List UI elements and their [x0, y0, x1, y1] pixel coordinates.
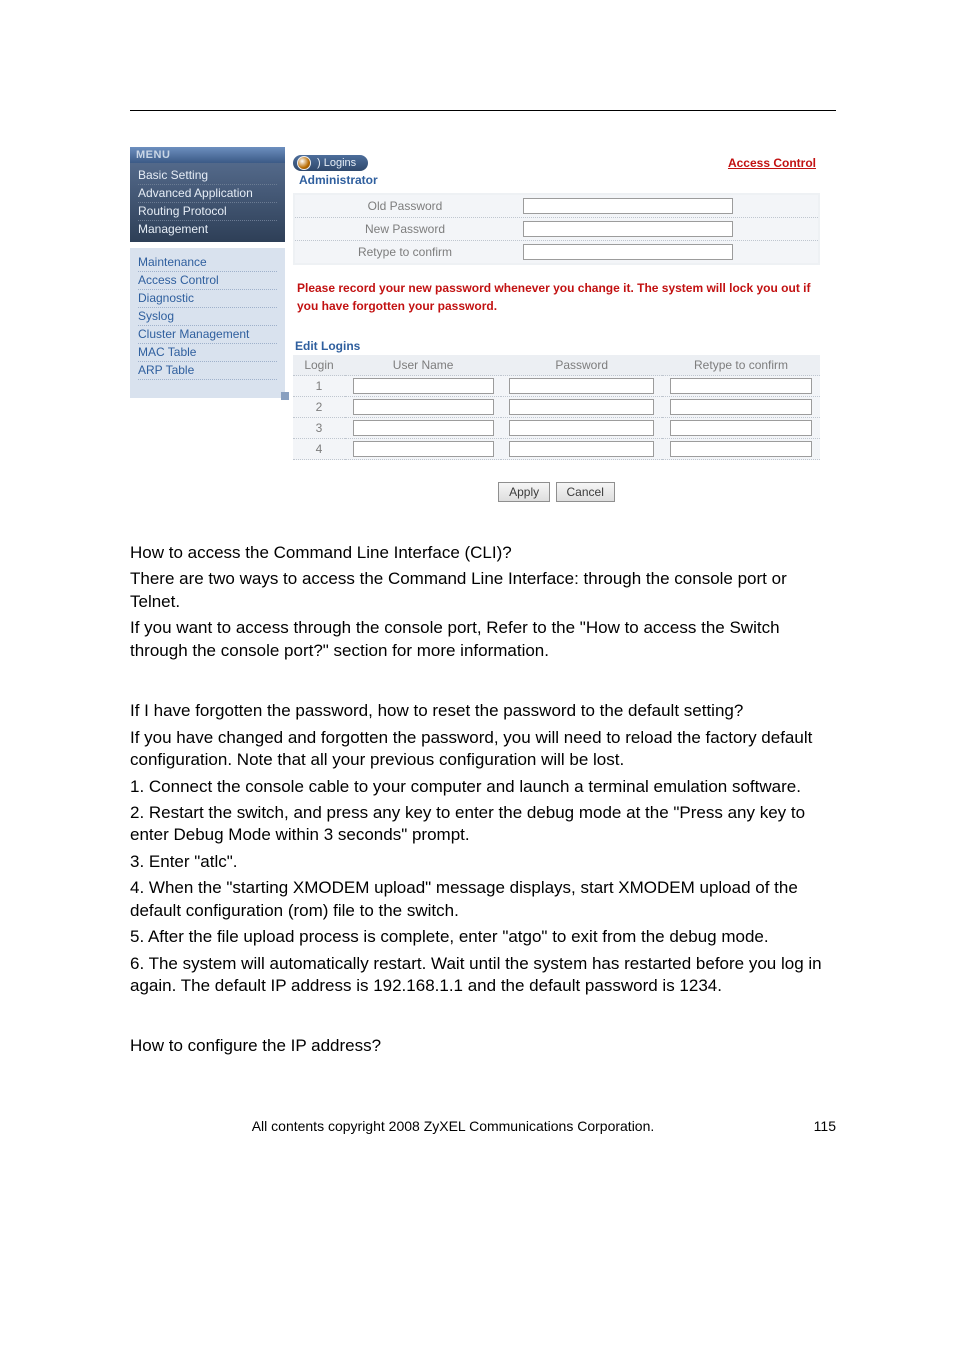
sidebar-item-routing-protocol[interactable]: Routing Protocol [138, 203, 277, 221]
sidebar-item-maintenance[interactable]: Maintenance [138, 254, 277, 272]
login-number: 4 [293, 439, 345, 460]
button-row: Apply Cancel [293, 482, 820, 502]
retype-input-3[interactable] [670, 420, 812, 436]
username-input-3[interactable] [353, 420, 494, 436]
faq-a1b: If you want to access through the consol… [130, 617, 836, 662]
top-rule [130, 110, 836, 111]
page-number: 115 [776, 1118, 836, 1134]
sidebar-item-cluster-management[interactable]: Cluster Management [138, 326, 277, 344]
admin-screenshot: MENU Basic Setting Advanced Application … [130, 147, 820, 502]
faq-a2a: If you have changed and forgotten the pa… [130, 727, 836, 772]
col-retype: Retype to confirm [662, 355, 820, 376]
cancel-button[interactable]: Cancel [556, 482, 615, 502]
row-old-password: Old Password [295, 195, 818, 218]
password-warning: Please record your new password whenever… [297, 279, 816, 315]
col-login: Login [293, 355, 345, 376]
retype-input-4[interactable] [670, 441, 812, 457]
faq-q1: How to access the Command Line Interface… [130, 542, 836, 564]
retype-input-1[interactable] [670, 378, 812, 394]
sidebar-item-management[interactable]: Management [138, 221, 277, 238]
col-password: Password [501, 355, 662, 376]
password-input-4[interactable] [509, 441, 654, 457]
retype-password-input[interactable] [523, 244, 733, 260]
username-input-2[interactable] [353, 399, 494, 415]
sidebar-item-basic-setting[interactable]: Basic Setting [138, 167, 277, 185]
sidebar: MENU Basic Setting Advanced Application … [130, 147, 285, 502]
edit-logins-heading: Edit Logins [295, 339, 820, 353]
page-title-text: ) Logins [317, 157, 356, 169]
content-area: ) Logins Access Control Administrator Ol… [285, 147, 820, 502]
apply-button[interactable]: Apply [498, 482, 550, 502]
username-input-1[interactable] [353, 378, 494, 394]
password-input-3[interactable] [509, 420, 654, 436]
table-row: 3 [293, 418, 820, 439]
sidebar-header: MENU [130, 147, 285, 163]
username-input-4[interactable] [353, 441, 494, 457]
table-row: 4 [293, 439, 820, 460]
faq-q3: How to configure the IP address? [130, 1035, 836, 1057]
sidebar-item-diagnostic[interactable]: Diagnostic [138, 290, 277, 308]
faq-a2e: 4. When the "starting XMODEM upload" mes… [130, 877, 836, 922]
login-number: 1 [293, 376, 345, 397]
col-username: User Name [345, 355, 501, 376]
faq-a1a: There are two ways to access the Command… [130, 568, 836, 613]
sidebar-item-advanced-application[interactable]: Advanced Application [138, 185, 277, 203]
admin-password-panel: Old Password New Password Retype to conf… [293, 193, 820, 265]
old-password-label: Old Password [295, 195, 515, 217]
sidebar-main: Basic Setting Advanced Application Routi… [130, 163, 285, 242]
new-password-label: New Password [295, 218, 515, 240]
access-control-link[interactable]: Access Control [728, 156, 820, 170]
page-footer: All contents copyright 2008 ZyXEL Commun… [130, 1118, 836, 1134]
table-row: 2 [293, 397, 820, 418]
bulb-icon [297, 156, 311, 170]
old-password-input[interactable] [523, 198, 733, 214]
faq-a2g: 6. The system will automatically restart… [130, 953, 836, 998]
login-number: 3 [293, 418, 345, 439]
title-bar: ) Logins Access Control [293, 155, 820, 171]
faq-a2c: 2. Restart the switch, and press any key… [130, 802, 836, 847]
password-input-2[interactable] [509, 399, 654, 415]
faq-body: How to access the Command Line Interface… [130, 542, 836, 1058]
sidebar-item-arp-table[interactable]: ARP Table [138, 362, 277, 380]
login-number: 2 [293, 397, 345, 418]
administrator-label: Administrator [299, 173, 820, 187]
password-input-1[interactable] [509, 378, 654, 394]
retype-input-2[interactable] [670, 399, 812, 415]
faq-a2b: 1. Connect the console cable to your com… [130, 776, 836, 798]
page-title-pill: ) Logins [293, 155, 368, 171]
retype-password-label: Retype to confirm [295, 241, 515, 263]
edit-logins-table: Login User Name Password Retype to confi… [293, 355, 820, 460]
splitter-handle[interactable] [281, 392, 289, 400]
copyright: All contents copyright 2008 ZyXEL Commun… [130, 1118, 776, 1134]
sidebar-item-mac-table[interactable]: MAC Table [138, 344, 277, 362]
sidebar-item-syslog[interactable]: Syslog [138, 308, 277, 326]
faq-a2d: 3. Enter "atlc". [130, 851, 836, 873]
faq-q2: If I have forgotten the password, how to… [130, 700, 836, 722]
row-retype-password: Retype to confirm [295, 241, 818, 263]
sidebar-item-access-control[interactable]: Access Control [138, 272, 277, 290]
table-row: 1 [293, 376, 820, 397]
faq-a2f: 5. After the file upload process is comp… [130, 926, 836, 948]
sidebar-sub: Maintenance Access Control Diagnostic Sy… [130, 248, 285, 398]
row-new-password: New Password [295, 218, 818, 241]
new-password-input[interactable] [523, 221, 733, 237]
